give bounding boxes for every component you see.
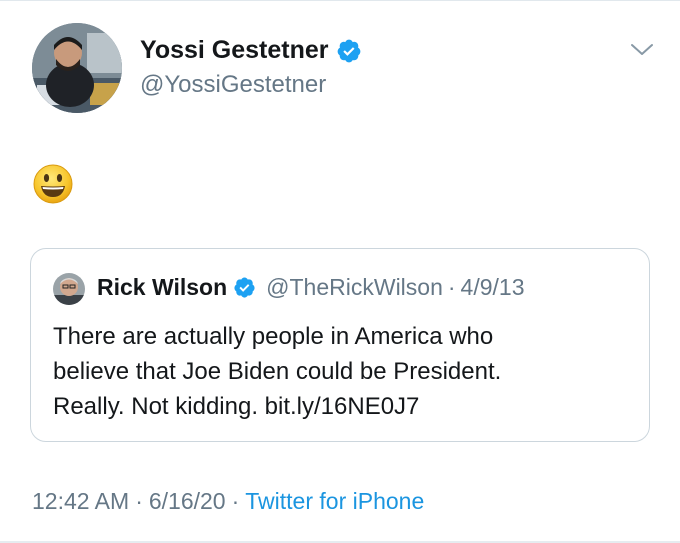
smiling-face-icon (33, 164, 73, 204)
quoted-tweet-text: There are actually people in America who… (53, 319, 633, 424)
author-handle[interactable]: @YossiGestetner (140, 71, 326, 99)
tweet-date[interactable]: 6/16/20 (149, 488, 226, 514)
quoted-tweet-card[interactable]: Rick Wilson @TheRickWilson · 4/9/13 Ther… (30, 248, 650, 442)
quoted-tweet-header: Rick Wilson @TheRickWilson · 4/9/13 (97, 274, 525, 301)
meta-separator: · (231, 488, 240, 514)
tweet-meta: 12:42 AM · 6/16/20 · Twitter for iPhone (32, 488, 424, 515)
quoted-text-line: Really. Not kidding. bit.ly/16NE0J7 (53, 393, 420, 420)
quoted-text-line: There are actually people in America who (53, 323, 494, 350)
tweet-source-link[interactable]: Twitter for iPhone (245, 488, 424, 514)
meta-separator: · (135, 488, 143, 514)
author-name-row[interactable]: Yossi Gestetner (140, 36, 362, 65)
author-name[interactable]: Yossi Gestetner (140, 36, 329, 65)
chevron-down-icon[interactable] (628, 40, 656, 60)
top-divider (0, 0, 680, 1)
quoted-date: 4/9/13 (460, 274, 525, 300)
verified-badge-icon (337, 39, 360, 62)
quoted-author-handle: @TheRickWilson (266, 274, 443, 300)
quoted-text-line: believe that Joe Biden could be Presiden… (53, 358, 502, 385)
tweet-time[interactable]: 12:42 AM (32, 488, 129, 514)
author-avatar[interactable] (32, 23, 122, 113)
quoted-author-avatar (53, 273, 85, 305)
quoted-author-name: Rick Wilson (97, 274, 228, 300)
quoted-separator: · (447, 274, 456, 300)
verified-badge-icon (234, 277, 255, 298)
